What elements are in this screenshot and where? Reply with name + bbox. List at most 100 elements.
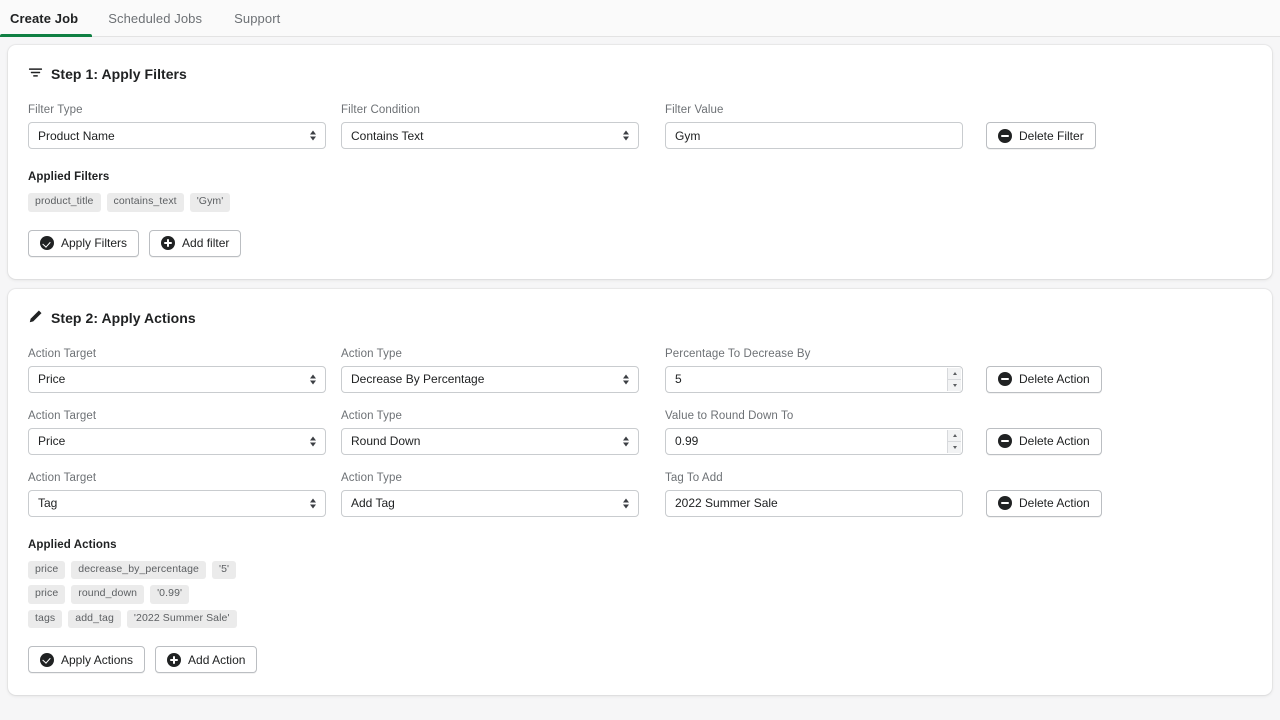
delete-action-label: Delete Action: [1019, 496, 1090, 511]
action-row: Action Target Tag Action Type Add Tag Ta…: [28, 471, 1252, 517]
chip-action-target: price: [28, 585, 66, 604]
action-row: Action Target Price Action Type Round Do…: [28, 409, 1252, 455]
step2-header: Step 2: Apply Actions: [28, 309, 1252, 327]
stepper-down-icon[interactable]: [947, 379, 961, 391]
delete-action-button[interactable]: Delete Action: [986, 489, 1102, 517]
filter-condition-field: Filter Condition Contains Text: [341, 103, 639, 149]
action-type-field: Action Type Add Tag: [341, 471, 639, 517]
plus-circle-icon: [167, 652, 182, 667]
filter-type-label: Filter Type: [28, 104, 83, 116]
action-value-text-input[interactable]: 2022 Summer Sale: [665, 489, 963, 517]
applied-actions-title: Applied Actions: [28, 538, 117, 551]
filter-value-text: Gym: [675, 128, 701, 143]
action-value-number-input[interactable]: 5: [665, 365, 963, 393]
number-stepper[interactable]: [947, 429, 961, 453]
action-value-field: Tag To Add 2022 Summer Sale: [665, 471, 963, 517]
action-target-field: Action Target Price: [28, 347, 326, 393]
chip-action-type: add_tag: [68, 609, 121, 629]
minus-circle-icon: [998, 372, 1012, 387]
filter-type-select[interactable]: Product Name: [28, 122, 326, 149]
action-value-number-input[interactable]: 0.99: [665, 427, 963, 455]
chevron-updown-icon: [309, 497, 317, 510]
stepper-up-icon[interactable]: [947, 429, 961, 442]
delete-filter-label: Delete Filter: [1019, 128, 1084, 143]
delete-action-label: Delete Action: [1019, 434, 1090, 449]
chevron-updown-icon: [309, 373, 317, 386]
stepper-down-icon[interactable]: [947, 441, 961, 453]
applied-filters-title: Applied Filters: [28, 171, 110, 183]
apply-filters-button[interactable]: Apply Filters: [28, 229, 140, 257]
tab-create-job[interactable]: Create Job: [0, 0, 93, 37]
filter-row: Filter Type Product Name Filter Conditio…: [28, 103, 1252, 149]
main-tabbar: Create Job Scheduled Jobs Support: [0, 0, 1280, 37]
add-filter-button[interactable]: Add filter: [149, 229, 242, 257]
action-target-field: Action Target Tag: [28, 471, 326, 517]
chevron-updown-icon: [622, 497, 630, 510]
filter-condition-select[interactable]: Contains Text: [341, 122, 639, 149]
chevron-updown-icon: [309, 129, 317, 142]
action-target-select[interactable]: Price: [28, 365, 326, 393]
stepper-up-icon[interactable]: [947, 367, 961, 380]
add-filter-label: Add filter: [182, 236, 230, 251]
step1-title: Step 1: Apply Filters: [51, 66, 187, 82]
action-type-field: Action Type Round Down: [341, 409, 639, 455]
apply-filters-label: Apply Filters: [61, 236, 128, 251]
filter-type-value: Product Name: [38, 128, 115, 143]
pencil-icon: [28, 309, 43, 327]
action-row: Action Target Price Action Type Decrease…: [28, 347, 1252, 393]
chip-action-value: '2022 Summer Sale': [126, 609, 237, 629]
action-target-field: Action Target Price: [28, 409, 326, 455]
action-target-value: Tag: [38, 496, 58, 511]
check-circle-icon: [40, 652, 54, 667]
delete-action-label: Delete Action: [1019, 372, 1090, 387]
tab-support-label: Support: [234, 10, 281, 26]
tab-scheduled-jobs[interactable]: Scheduled Jobs: [92, 0, 218, 36]
chevron-updown-icon: [309, 435, 317, 448]
number-stepper[interactable]: [947, 367, 961, 391]
check-circle-icon: [40, 236, 54, 251]
action-value-label: Percentage To Decrease By: [665, 347, 811, 360]
step1-card: Step 1: Apply Filters Filter Type Produc…: [8, 45, 1272, 279]
action-type-value: Add Tag: [351, 496, 395, 511]
apply-actions-label: Apply Actions: [61, 652, 134, 667]
applied-action-row: tags add_tag '2022 Summer Sale': [28, 609, 1252, 629]
step1-header: Step 1: Apply Filters: [28, 65, 1252, 83]
chip-filter-field: product_title: [28, 193, 101, 212]
delete-action-button[interactable]: Delete Action: [986, 427, 1102, 455]
action-target-select[interactable]: Tag: [28, 489, 326, 517]
action-value-label: Value to Round Down To: [665, 409, 794, 422]
filter-value-input[interactable]: Gym: [665, 122, 963, 149]
action-type-label: Action Type: [341, 409, 402, 422]
action-type-field: Action Type Decrease By Percentage: [341, 347, 639, 393]
action-type-select[interactable]: Round Down: [341, 427, 639, 455]
chevron-updown-icon: [622, 129, 630, 142]
action-value-text: 2022 Summer Sale: [675, 496, 778, 511]
tab-scheduled-jobs-label: Scheduled Jobs: [108, 10, 203, 26]
filter-icon: [28, 65, 43, 83]
chevron-updown-icon: [622, 373, 630, 386]
apply-actions-button[interactable]: Apply Actions: [28, 646, 146, 674]
chip-filter-value: 'Gym': [189, 193, 231, 212]
delete-filter-button[interactable]: Delete Filter: [986, 122, 1096, 149]
action-target-label: Action Target: [28, 409, 97, 422]
tab-create-job-label: Create Job: [10, 10, 79, 26]
delete-action-button[interactable]: Delete Action: [986, 365, 1102, 393]
add-action-button[interactable]: Add Action: [155, 646, 258, 674]
action-type-select[interactable]: Decrease By Percentage: [341, 365, 639, 393]
action-target-value: Price: [38, 434, 66, 449]
minus-circle-icon: [998, 434, 1012, 449]
chip-filter-condition: contains_text: [106, 193, 184, 212]
add-action-label: Add Action: [188, 652, 246, 667]
action-value-field: Percentage To Decrease By 5: [665, 347, 963, 393]
tab-support[interactable]: Support: [218, 0, 296, 36]
action-type-value: Decrease By Percentage: [351, 372, 485, 387]
chip-action-type: decrease_by_percentage: [71, 560, 206, 580]
applied-filter-row: product_title contains_text 'Gym': [28, 193, 1252, 212]
action-target-label: Action Target: [28, 471, 97, 484]
chevron-updown-icon: [622, 435, 630, 448]
action-type-select[interactable]: Add Tag: [341, 489, 639, 517]
plus-circle-icon: [161, 236, 176, 251]
action-type-label: Action Type: [341, 471, 402, 484]
action-target-select[interactable]: Price: [28, 427, 326, 455]
filter-condition-value: Contains Text: [351, 128, 424, 143]
